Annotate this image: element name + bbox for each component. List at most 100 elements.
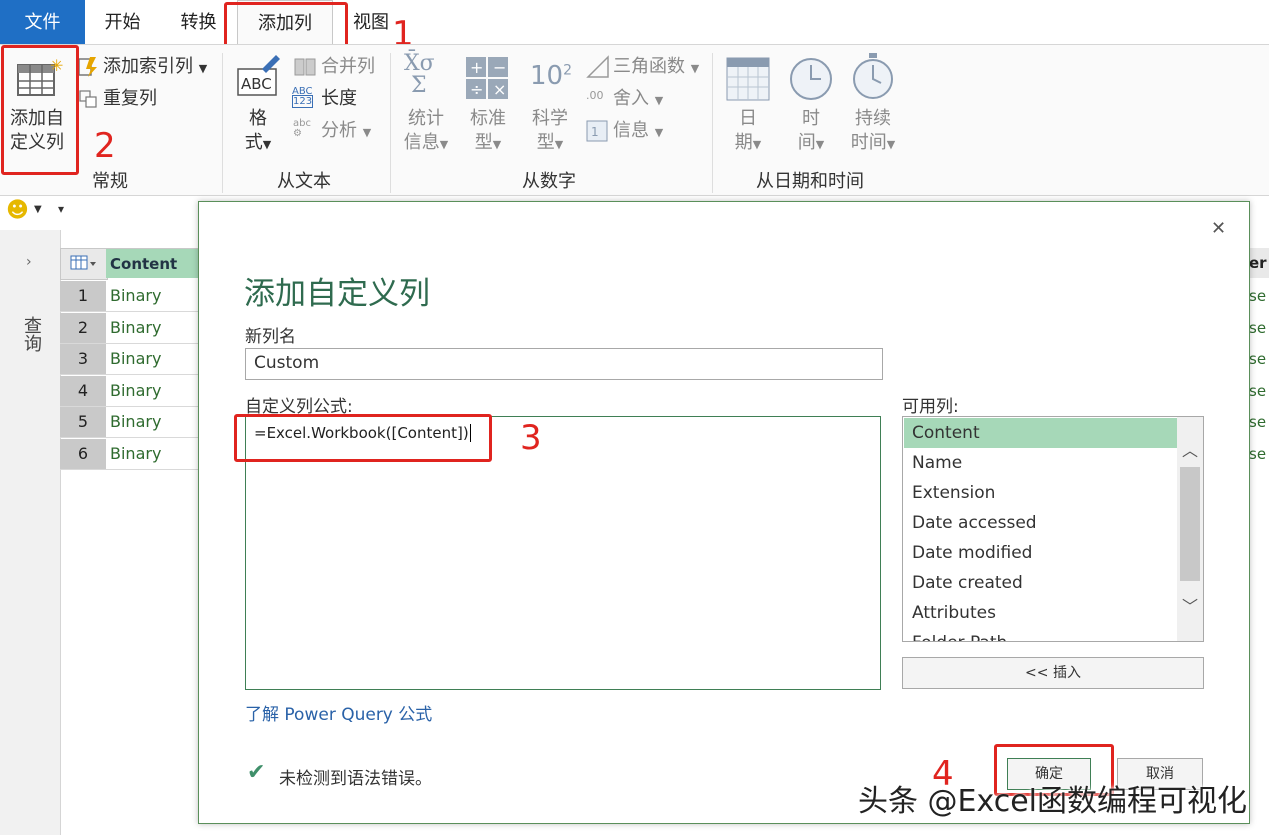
learn-power-query-link[interactable]: 了解 Power Query 公式 — [245, 700, 432, 725]
tab-home[interactable]: 开始 — [90, 0, 155, 44]
duration-icon — [851, 53, 895, 105]
column-header-partial[interactable]: er — [1249, 248, 1269, 278]
table-cell[interactable]: se — [1249, 376, 1269, 408]
table-cell[interactable]: Binary — [106, 407, 198, 438]
table-cell[interactable]: se — [1249, 281, 1269, 313]
watermark: 头条 @Excel函数编程可视化 — [857, 784, 1247, 819]
svg-text:+: + — [470, 58, 483, 77]
merge-columns-button[interactable]: 合并列 — [321, 55, 375, 79]
time-icon — [789, 57, 833, 105]
duration-label-1: 持续 — [855, 108, 891, 129]
date-label-2: 期 — [734, 132, 753, 153]
list-item[interactable]: Date modified — [904, 538, 1184, 568]
close-icon[interactable]: ✕ — [1211, 218, 1226, 239]
list-item[interactable]: Name — [904, 448, 1184, 478]
smiley-icon[interactable]: ☻ — [6, 198, 29, 223]
row-number[interactable]: 5 — [60, 407, 106, 438]
standard-label-1: 标准 — [470, 108, 506, 129]
column-header-content[interactable]: Content — [106, 248, 198, 278]
row-number[interactable]: 3 — [60, 344, 106, 375]
list-scrollbar[interactable]: ︿ ﹀ — [1177, 417, 1203, 641]
row-number[interactable]: 1 — [60, 281, 106, 312]
available-columns-list[interactable]: Content Name Extension Date accessed Dat… — [902, 416, 1204, 642]
scroll-thumb[interactable] — [1180, 467, 1200, 581]
index-column-button[interactable]: 添加索引列 ▼ — [103, 55, 207, 81]
ribbon-separator — [222, 53, 223, 193]
new-column-name-input[interactable]: Custom — [245, 348, 883, 380]
tab-transform[interactable]: 转换 — [166, 0, 231, 44]
table-cell[interactable]: se — [1249, 439, 1269, 471]
annotation-box-3 — [234, 414, 492, 462]
grid-corner[interactable] — [60, 248, 108, 280]
statistics-label-1: 统计 — [408, 108, 444, 129]
add-custom-column-dialog: ✕ 添加自定义列 新列名 Custom 自定义列公式: =Excel.Workb… — [198, 201, 1250, 824]
round-button[interactable]: 舍入 ▼ — [613, 87, 663, 113]
table-cell[interactable]: se — [1249, 344, 1269, 376]
table-cell[interactable]: Binary — [106, 376, 198, 407]
format-button[interactable]: 格 式▼ — [236, 107, 280, 157]
svg-text:ABC: ABC — [241, 75, 272, 93]
table-cell[interactable]: Binary — [106, 439, 198, 470]
list-item[interactable]: Date created — [904, 568, 1184, 598]
scroll-down-icon[interactable]: ﹀ — [1182, 593, 1198, 617]
date-label-1: 日 — [739, 108, 757, 129]
group-from-datetime-label: 从日期和时间 — [756, 171, 864, 192]
length-icon: ABC 123 — [292, 86, 314, 108]
time-button[interactable]: 时 间▼ — [783, 107, 839, 157]
format-label-2: 式 — [244, 132, 263, 153]
svg-text:×: × — [493, 80, 506, 99]
scroll-up-icon[interactable]: ︿ — [1182, 437, 1198, 461]
list-item[interactable]: Date accessed — [904, 508, 1184, 538]
insert-button[interactable]: << 插入 — [902, 657, 1204, 689]
list-item[interactable]: Content — [904, 418, 1184, 448]
dialog-title: 添加自定义列 — [244, 276, 430, 312]
expand-queries-icon[interactable]: › — [26, 254, 32, 270]
row-number[interactable]: 4 — [60, 376, 106, 407]
duration-label-2: 时间 — [850, 132, 887, 153]
length-button[interactable]: 长度 — [321, 87, 357, 111]
merge-columns-icon — [293, 55, 317, 83]
table-cell[interactable]: Binary — [106, 281, 198, 312]
list-item[interactable]: Attributes — [904, 598, 1184, 628]
analyze-button[interactable]: 分析 ▼ — [321, 119, 371, 145]
svg-text:−: − — [493, 58, 506, 77]
duration-button[interactable]: 持续 时间▼ — [842, 107, 904, 157]
list-item[interactable]: Folder Path — [904, 628, 1184, 641]
tab-file[interactable]: 文件 — [0, 0, 85, 44]
annotation-number-3: 3 — [520, 418, 542, 458]
date-button[interactable]: 日 期▼ — [720, 107, 776, 157]
scientific-label-2: 型 — [536, 132, 555, 153]
scientific-button[interactable]: 科学 型▼ — [522, 107, 578, 157]
syntax-status: 未检测到语法错误。 — [279, 769, 432, 789]
available-columns-label: 可用列: — [902, 397, 959, 417]
annotation-number-2: 2 — [94, 126, 116, 166]
new-column-name-label: 新列名 — [245, 327, 296, 347]
ribbon-separator — [712, 53, 713, 193]
standard-label-2: 型 — [474, 132, 493, 153]
index-column-icon — [76, 55, 100, 83]
smiley-dropdown-icon[interactable]: ▼ — [34, 204, 42, 215]
standard-icon: + − ÷ × — [466, 57, 510, 105]
table-cell[interactable]: se — [1249, 407, 1269, 439]
table-cell[interactable]: se — [1249, 313, 1269, 345]
check-icon: ✔ — [247, 760, 266, 785]
group-from-text-label: 从文本 — [277, 171, 331, 192]
qat-dropdown-icon[interactable]: ▾ — [58, 202, 64, 216]
time-label-2: 间 — [797, 132, 816, 153]
row-number[interactable]: 2 — [60, 313, 106, 344]
table-cell[interactable]: Binary — [106, 313, 198, 344]
info-button[interactable]: 信息 ▼ — [613, 119, 663, 145]
duplicate-column-button[interactable]: 重复列 — [103, 87, 157, 111]
group-from-number-label: 从数字 — [522, 171, 576, 192]
scientific-label-1: 科学 — [532, 108, 568, 129]
row-number[interactable]: 6 — [60, 439, 106, 470]
list-item[interactable]: Extension — [904, 478, 1184, 508]
svg-text:1: 1 — [591, 125, 599, 139]
format-label-1: 格 — [249, 108, 267, 129]
queries-pane: › 查询 — [0, 230, 61, 835]
trig-button[interactable]: 三角函数 ▼ — [613, 55, 699, 81]
trig-icon — [586, 55, 610, 83]
table-cell[interactable]: Binary — [106, 344, 198, 375]
standard-button[interactable]: 标准 型▼ — [460, 107, 516, 157]
statistics-button[interactable]: 统计 信息▼ — [398, 107, 454, 157]
